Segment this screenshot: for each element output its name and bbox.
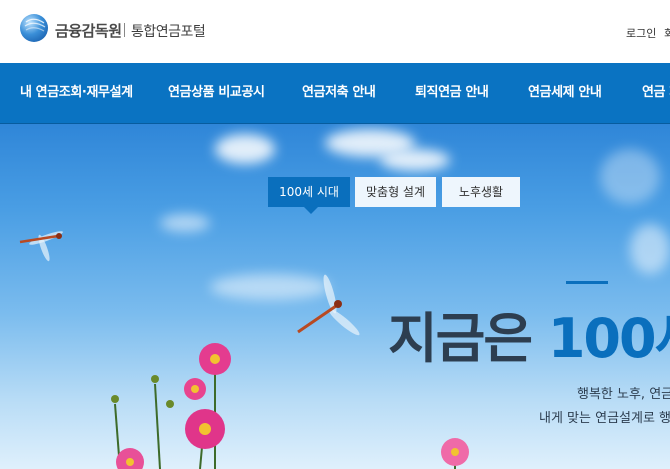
nav-item-product-compare[interactable]: 연금상품 비교공시 bbox=[168, 63, 265, 123]
site-header: 금융감독원 통합연금포털 로그인 회 bbox=[0, 0, 670, 63]
cloud-shape bbox=[380, 149, 450, 171]
fss-logo-icon[interactable] bbox=[20, 14, 48, 42]
cloud-shape bbox=[160, 214, 210, 232]
login-link[interactable]: 로그인 bbox=[626, 25, 656, 41]
tab-100-era[interactable]: 100세 시대 bbox=[268, 177, 350, 214]
nav-item-pension-savings[interactable]: 연금저축 안내 bbox=[302, 63, 376, 123]
tab-custom-plan[interactable]: 맞춤형 설계 bbox=[355, 177, 436, 207]
cloud-shape bbox=[215, 134, 275, 164]
dragonfly-icon bbox=[297, 274, 360, 336]
dragonfly-icon bbox=[19, 231, 63, 262]
hero-headline: 지금은 100세 bbox=[388, 294, 670, 373]
cosmos-flowers-image bbox=[111, 343, 231, 469]
cloud-shape bbox=[630, 224, 670, 274]
hero-subline-1: 행복한 노후, 연금 bbox=[577, 387, 670, 402]
hero-subline-2: 내게 맞는 연금설계로 행복 bbox=[539, 411, 670, 426]
headline-highlight: 100세 bbox=[547, 307, 670, 370]
cosmos-flower-image bbox=[441, 438, 469, 469]
nav-item-pension-system[interactable]: 연금 제 bbox=[642, 63, 670, 123]
org-name[interactable]: 금융감독원 bbox=[55, 20, 122, 41]
headline-accent-bar bbox=[566, 281, 608, 284]
portal-name[interactable]: 통합연금포털 bbox=[131, 21, 206, 41]
util-link-partial[interactable]: 회 bbox=[664, 25, 670, 41]
headline-prefix: 지금은 bbox=[388, 307, 533, 370]
nav-item-pension-tax[interactable]: 연금세제 안내 bbox=[528, 63, 602, 123]
logo-divider bbox=[124, 23, 125, 37]
hero-banner: 100세 시대 맞춤형 설계 노후생활 지금은 100세 행복한 노후, 연금 … bbox=[0, 124, 670, 469]
main-nav: 내 연금조회·재무설계 연금상품 비교공시 연금저축 안내 퇴직연금 안내 연금… bbox=[0, 63, 670, 124]
nav-item-retirement-pension[interactable]: 퇴직연금 안내 bbox=[415, 63, 489, 123]
tab-retirement-life[interactable]: 노후생활 bbox=[442, 177, 520, 207]
cloud-shape bbox=[600, 149, 660, 204]
nav-item-my-pension[interactable]: 내 연금조회·재무설계 bbox=[20, 63, 133, 123]
